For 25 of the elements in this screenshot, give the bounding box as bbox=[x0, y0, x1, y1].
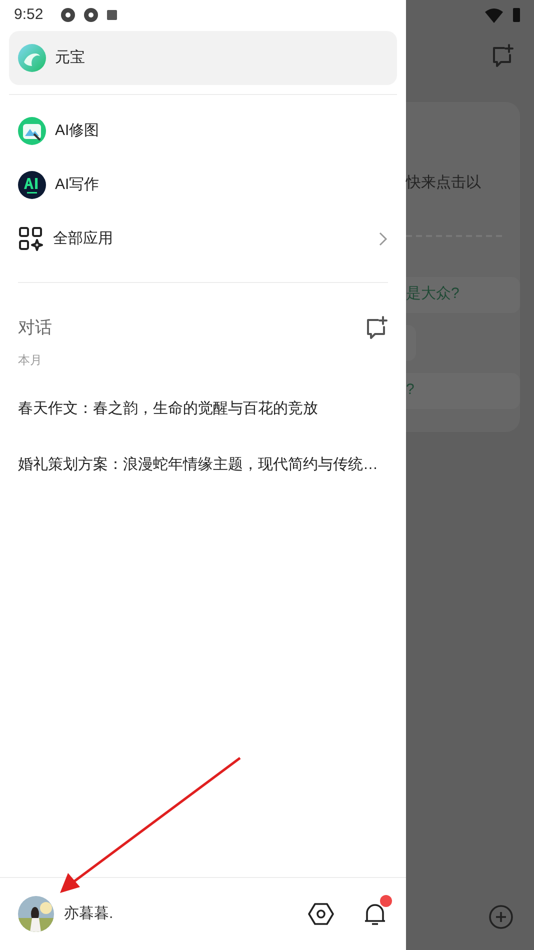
add-icon[interactable] bbox=[488, 904, 514, 930]
chevron-right-icon bbox=[378, 231, 388, 247]
settings-icon[interactable] bbox=[308, 901, 334, 927]
wifi-icon bbox=[485, 8, 503, 22]
logo-icon bbox=[18, 44, 46, 72]
status-time: 9:52 bbox=[14, 4, 44, 25]
drawer-menu-item[interactable]: 全部应用 bbox=[9, 212, 397, 266]
section-title: 对话 bbox=[18, 317, 52, 340]
battery-icon bbox=[513, 8, 520, 22]
aperture-icon bbox=[61, 8, 76, 22]
conversation-item[interactable]: 婚礼策划方案：浪漫蛇年情缘主题，现代简约与传统… bbox=[0, 437, 406, 493]
drawer-menu-item[interactable]: AI修图 bbox=[9, 104, 397, 158]
card-text: 快来点击以 bbox=[406, 173, 482, 193]
avatar[interactable] bbox=[18, 896, 54, 932]
new-chat-icon[interactable] bbox=[364, 316, 388, 340]
bell-icon[interactable] bbox=[362, 901, 388, 927]
drawer-menu-item[interactable]: 元宝 bbox=[9, 31, 397, 85]
apps-grid-icon bbox=[18, 226, 44, 252]
user-name: 亦暮暮. bbox=[64, 904, 114, 924]
conversation-item[interactable]: 春天作文：春之韵，生命的觉醒与百花的竞放 bbox=[0, 381, 406, 437]
group-label: 本月 bbox=[17, 352, 43, 369]
drawer-menu-item[interactable]: AI写作 bbox=[9, 158, 397, 212]
aperture-icon bbox=[84, 8, 98, 22]
ai-logo-icon bbox=[18, 171, 46, 199]
image-edit-icon bbox=[18, 117, 46, 145]
